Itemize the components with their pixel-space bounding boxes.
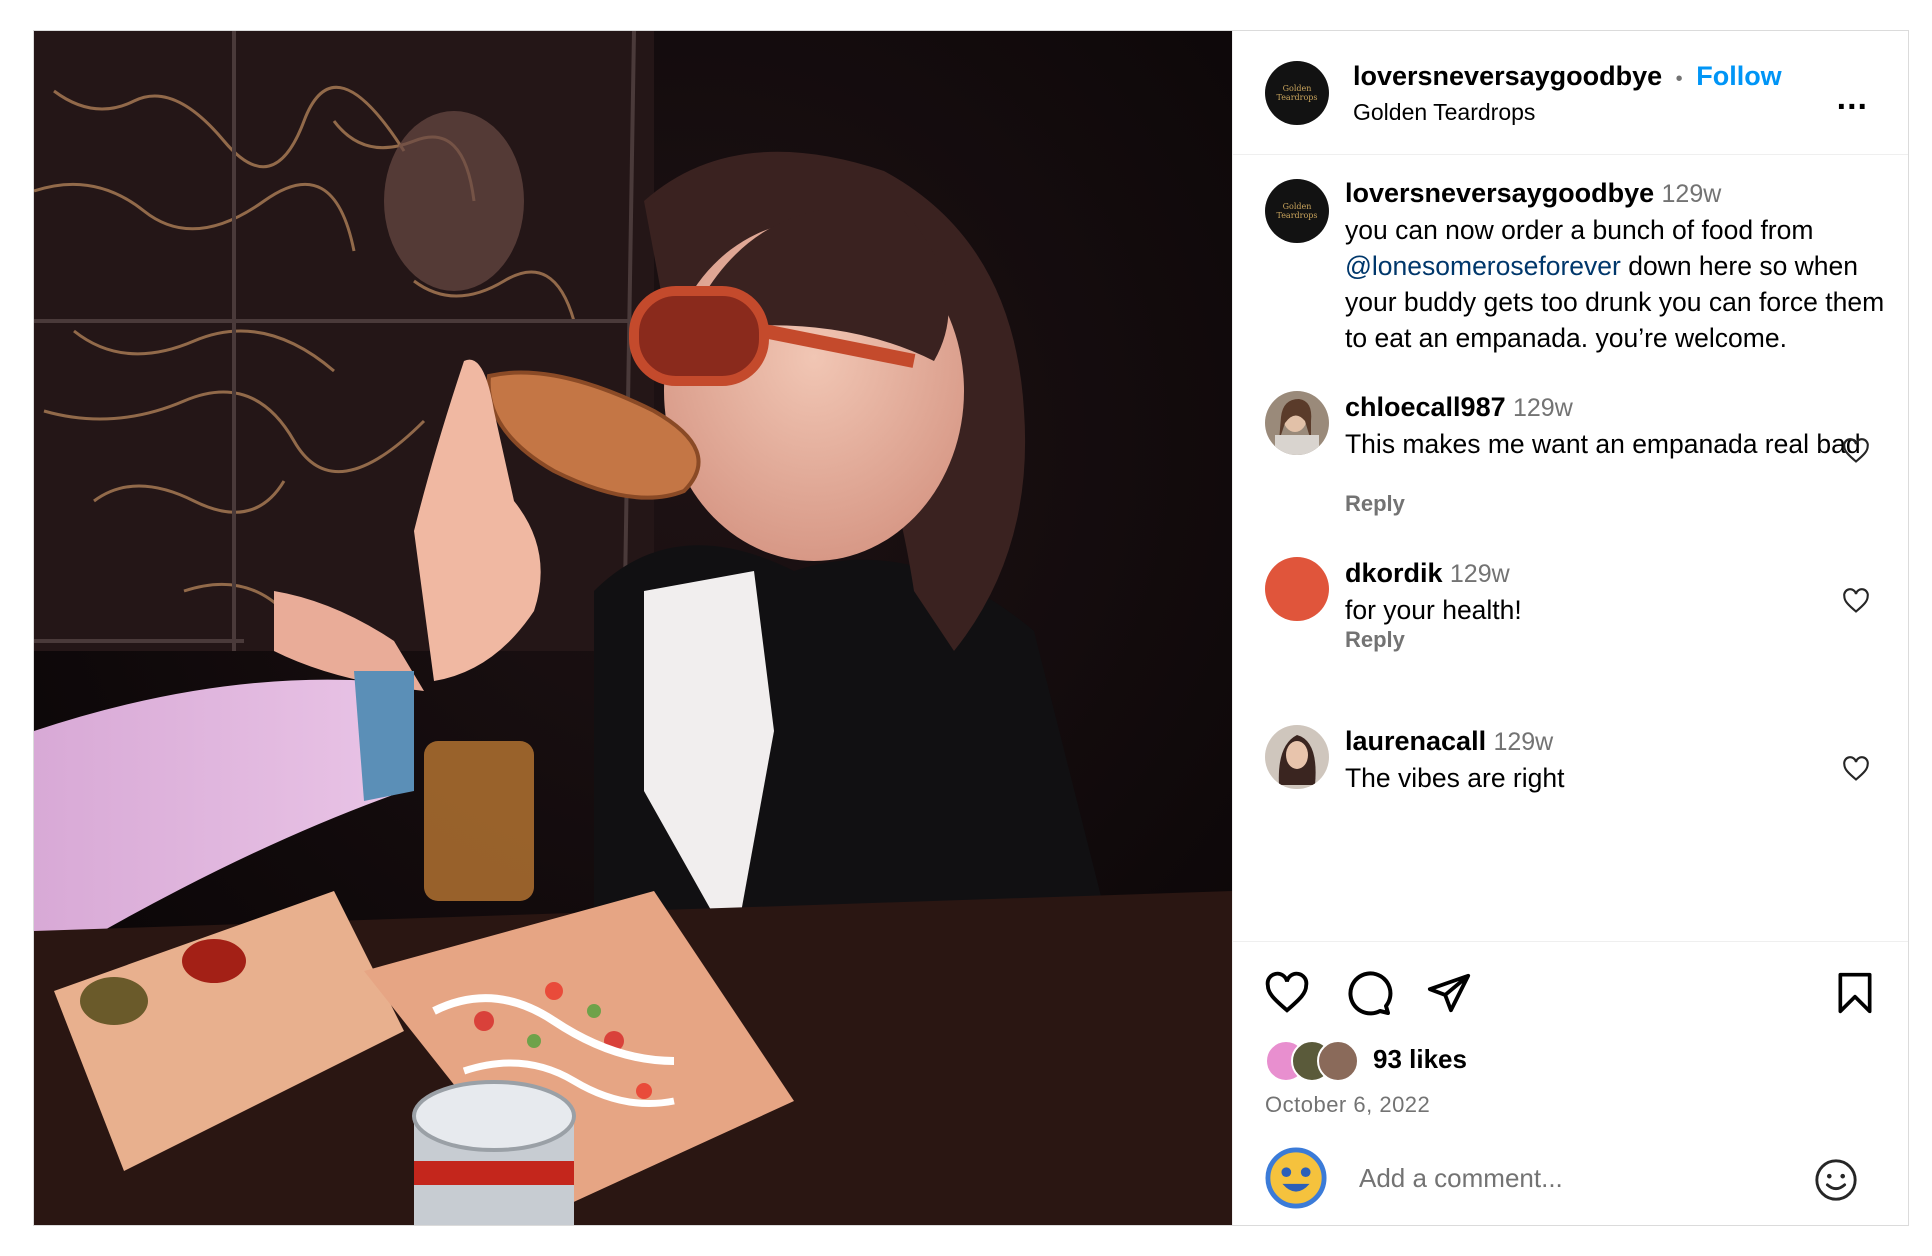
avatar-photo-icon (1265, 391, 1329, 455)
comment-body: dkordik 129w for your health! (1345, 555, 1865, 628)
comment-time[interactable]: 129w (1513, 394, 1573, 422)
liker-avatar (1317, 1040, 1359, 1082)
reply-button[interactable]: Reply (1345, 491, 1405, 517)
comment-like-icon[interactable] (1841, 587, 1871, 615)
post-header: Golden Teardrops loversneversaygoodbye •… (1233, 31, 1908, 155)
comment-text: This makes me want an empanada real bad (1345, 429, 1861, 459)
like-icon[interactable] (1263, 970, 1311, 1016)
caption-time[interactable]: 129w (1662, 180, 1722, 208)
comment-username[interactable]: dkordik (1345, 558, 1443, 588)
location-link[interactable]: Golden Teardrops (1353, 99, 1535, 126)
author-avatar-text: Golden Teardrops (1276, 84, 1318, 102)
comment-avatar[interactable] (1265, 557, 1329, 621)
post-actions: 93 likes October 6, 2022 (1233, 941, 1908, 1225)
comment-icon[interactable] (1345, 970, 1393, 1018)
author-avatar[interactable]: Golden Teardrops (1265, 61, 1329, 125)
comment-avatar[interactable] (1265, 725, 1329, 789)
comment-like-icon[interactable] (1841, 755, 1871, 783)
comment-avatar[interactable] (1265, 391, 1329, 455)
comment-body: laurenacall 129w The vibes are right (1345, 723, 1865, 796)
post-photo-illustration (34, 31, 1232, 1225)
post-photo[interactable] (34, 31, 1232, 1225)
bookmark-icon[interactable] (1833, 970, 1877, 1016)
comment-text: for your health! (1345, 595, 1522, 625)
comments-list[interactable]: Golden Teardrops loversneversaygoodbye 1… (1233, 155, 1908, 941)
author-username[interactable]: loversneversaygoodbye (1353, 61, 1662, 91)
comment-time[interactable]: 129w (1450, 560, 1510, 588)
post-details-panel: Golden Teardrops loversneversaygoodbye •… (1232, 31, 1908, 1225)
caption-username[interactable]: loversneversaygoodbye (1345, 178, 1654, 208)
comment-text: The vibes are right (1345, 763, 1565, 793)
caption-mention-link[interactable]: @lonesomeroseforever (1345, 251, 1621, 281)
more-options-button[interactable]: ... (1837, 79, 1868, 118)
share-icon[interactable] (1425, 970, 1473, 1016)
more-icon: ... (1836, 79, 1868, 117)
caption-avatar[interactable]: Golden Teardrops (1265, 179, 1329, 243)
post-card: Golden Teardrops loversneversaygoodbye •… (33, 30, 1909, 1226)
comment-username[interactable]: chloecall987 (1345, 392, 1506, 422)
caption-body: loversneversaygoodbye 129w you can now o… (1345, 175, 1885, 356)
comment-username[interactable]: laurenacall (1345, 726, 1486, 756)
add-comment-bar (1233, 1129, 1908, 1225)
comment-input[interactable] (1357, 1157, 1801, 1199)
caption-avatar-text: Golden Teardrops (1276, 202, 1318, 220)
follow-separator: • (1675, 68, 1683, 90)
post-date[interactable]: October 6, 2022 (1265, 1092, 1430, 1118)
caption-text-before: you can now order a bunch of food from (1345, 215, 1814, 245)
comment-time[interactable]: 129w (1493, 728, 1553, 756)
follow-button[interactable]: Follow (1696, 61, 1781, 91)
reply-button[interactable]: Reply (1345, 627, 1405, 653)
emoji-icon[interactable] (1813, 1157, 1859, 1203)
comment-like-icon[interactable] (1841, 437, 1871, 465)
emoji-avatar-icon (1265, 1147, 1327, 1209)
likes-count[interactable]: 93 likes (1373, 1044, 1467, 1075)
header-title-row: loversneversaygoodbye • Follow (1353, 61, 1782, 92)
avatar-photo-icon (1265, 725, 1329, 789)
comment-body: chloecall987 129w This makes me want an … (1345, 389, 1865, 462)
